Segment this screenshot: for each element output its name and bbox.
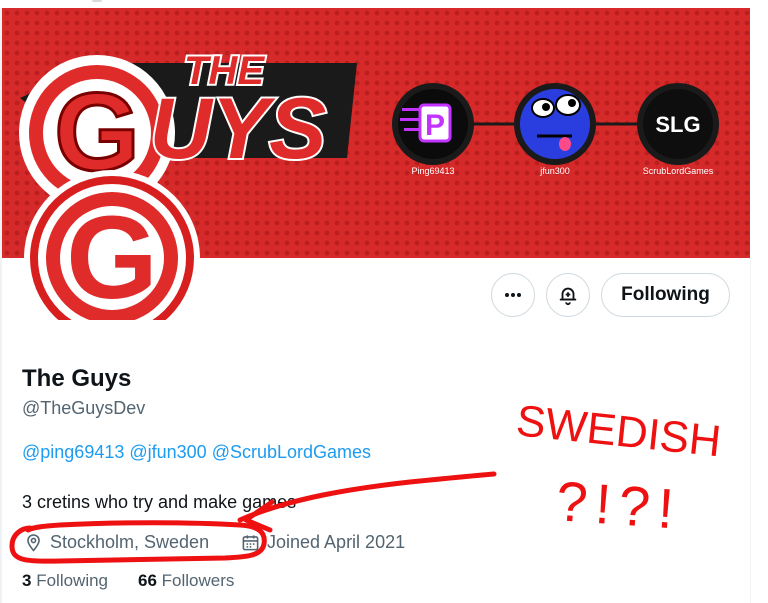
profile-handle: @TheGuysDev	[22, 398, 146, 418]
member-label-jfun300: jfun300	[540, 166, 570, 176]
bell-plus-icon	[559, 287, 577, 306]
annotation-word-swedish: SWEDISH	[514, 396, 723, 466]
member-jfun300	[514, 83, 596, 165]
profile-avatar[interactable]: G	[22, 170, 202, 346]
pupil	[542, 103, 550, 111]
bio-mentions: @ping69413 @jfun300 @ScrubLordGames	[22, 442, 376, 463]
pupil	[568, 99, 576, 107]
mention-link-jfun300[interactable]: @jfun300	[129, 442, 206, 462]
more-horizontal-icon	[505, 293, 521, 297]
following-count-label: Following	[36, 571, 109, 590]
member-label-ping69413: Ping69413	[411, 166, 455, 176]
location-item: Stockholm, Sweden	[24, 532, 209, 553]
location-pin-icon	[27, 534, 40, 552]
location-text: Stockholm, Sweden	[50, 532, 210, 552]
member-ping69413: P	[392, 83, 474, 165]
logo-word-uys: UYS	[150, 81, 327, 177]
face-eye-right	[555, 94, 581, 116]
member-initial-slg: SLG	[655, 112, 700, 137]
member-scrublordgames: SLG	[637, 83, 719, 165]
face-disc	[520, 89, 590, 159]
mention-link-scrublordgames[interactable]: @ScrubLordGames	[212, 442, 371, 462]
member-initial-p: P	[425, 109, 445, 142]
following-count: 3	[22, 571, 32, 590]
notifications-button[interactable]	[546, 273, 590, 317]
face-tongue	[559, 137, 571, 151]
top-strip	[0, 0, 768, 8]
calendar-icon	[242, 535, 259, 551]
followers-count: 66	[138, 571, 157, 590]
page-border-right	[750, 258, 751, 603]
more-button[interactable]	[491, 273, 535, 317]
joined-item: Joined April 2021	[241, 532, 405, 553]
joined-text: Joined April 2021	[267, 532, 406, 552]
following-count-link[interactable]: 3 Following	[22, 571, 108, 591]
logo-word-the: THE	[184, 49, 265, 93]
avatar-logo: G	[24, 170, 200, 346]
followers-count-label: Followers	[161, 571, 235, 590]
mention-link-ping69413[interactable]: @ping69413	[22, 442, 124, 462]
bio-text: 3 cretins who try and make games	[22, 492, 297, 512]
member-label-scrublordgames: ScrubLordGames	[642, 166, 714, 176]
following-button[interactable]: Following	[601, 273, 730, 317]
scroll-remnant	[92, 0, 102, 2]
profile-name: The Guys	[22, 365, 132, 392]
followers-count-link[interactable]: 66 Followers	[138, 571, 234, 591]
avatar-letter-g: G	[66, 192, 158, 320]
annotation-question-marks: ?!?!	[554, 469, 683, 541]
